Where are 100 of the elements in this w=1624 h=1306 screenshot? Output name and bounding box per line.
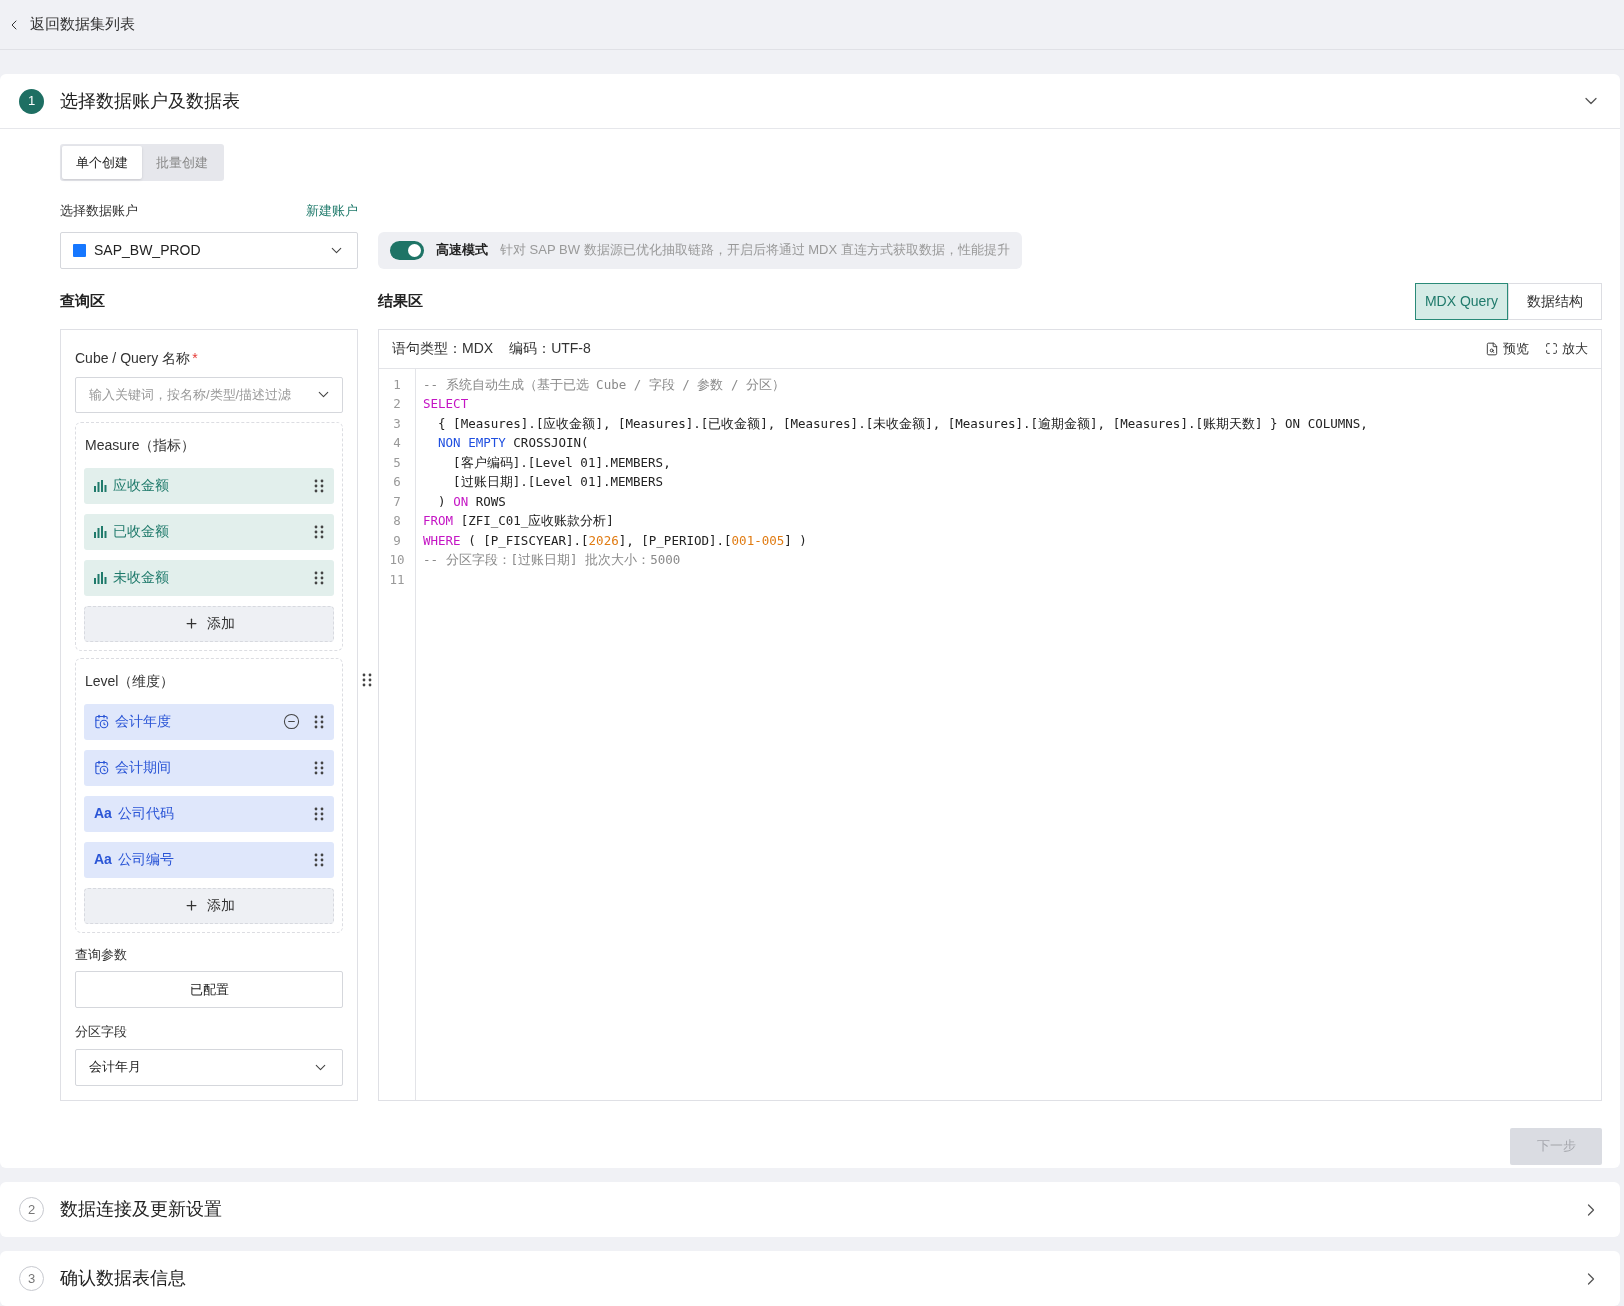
code-token: ON — [453, 493, 469, 509]
field-chip[interactable]: 未收金额 — [84, 559, 334, 596]
bar-chart-icon — [94, 479, 107, 492]
step-header[interactable]: 3 确认数据表信息 — [0, 1251, 1620, 1306]
line-number: 8 — [393, 512, 401, 530]
drag-handle-icon[interactable] — [362, 672, 372, 687]
cube-search-select[interactable]: 输入关键词，按名称/类型/描述过滤 — [75, 376, 343, 413]
banner-description: 针对 SAP BW 数据源已优化抽取链路，开启后将通过 MDX 直连方式获取数据，性能提升 — [500, 241, 1010, 260]
field-label: Cube / Query 名称 — [75, 348, 191, 368]
new-account-link[interactable]: 新建账户 — [306, 201, 358, 221]
calendar-clock-icon — [94, 760, 109, 775]
code-token: [过账日期].[Level 01].MEMBERS — [453, 474, 664, 489]
line-number: 2 — [393, 395, 401, 413]
code-token: 001-005 — [731, 532, 785, 548]
field-label: 未收金额 — [113, 568, 170, 587]
account-select[interactable]: SAP_BW_PROD — [60, 231, 358, 269]
group-title: Measure（指标） — [84, 435, 197, 455]
step-number: 1 — [19, 88, 44, 114]
calendar-clock-icon — [94, 714, 109, 729]
field-label: 查询参数 — [75, 945, 128, 964]
cube-search-input[interactable]: 输入关键词，按名称/类型/描述过滤 — [89, 384, 315, 405]
code-token: ], [P_PERIOD].[ — [618, 532, 732, 548]
view-tab[interactable]: MDX Query — [1414, 282, 1508, 320]
required-mark: * — [192, 348, 198, 368]
step-header[interactable]: 1 选择数据账户及数据表 — [0, 74, 1620, 129]
code-token: [客户编码].[Level 01].MEMBERS, — [453, 454, 671, 470]
code-token: WHERE — [423, 532, 461, 548]
field-label: 公司编号 — [117, 850, 175, 869]
line-number: 10 — [389, 551, 405, 569]
drag-handle-icon[interactable] — [314, 760, 324, 775]
add-button[interactable]: 添加 — [84, 605, 334, 642]
plus-icon — [183, 898, 199, 913]
code-token: CROSSJOIN( — [513, 435, 589, 450]
text-type-icon: Aa — [94, 849, 112, 870]
field-chip[interactable]: 会计年度 — [84, 703, 334, 740]
field-label: 分区字段 — [75, 1023, 128, 1041]
field-label: 已收金额 — [113, 522, 170, 541]
toggle-switch[interactable] — [390, 240, 424, 260]
drag-handle-icon[interactable] — [314, 478, 324, 493]
encoding-label: 编码：UTF-8 — [509, 339, 592, 358]
line-number: 4 — [393, 434, 401, 452]
section-title: 结果区 — [378, 290, 423, 311]
code-token: NON EMPTY — [438, 435, 506, 450]
line-number: 1 — [393, 375, 401, 394]
toggle-label: 高速模式 — [436, 241, 488, 260]
line-number: 7 — [393, 492, 401, 511]
field-chip[interactable]: 应收金额 — [84, 467, 334, 504]
bar-chart-icon — [94, 525, 107, 538]
drag-handle-icon[interactable] — [314, 714, 324, 729]
field-label: 会计年度 — [115, 712, 172, 731]
code-token: 2026 — [588, 532, 619, 548]
select-value: 会计年月 — [89, 1058, 142, 1077]
code-token: FROM — [423, 513, 454, 528]
code-token: -- 分区字段：[过账日期] 批次大小：5000 — [423, 552, 681, 567]
params-button[interactable]: 已配置 — [75, 971, 343, 1008]
text-type-icon: Aa — [94, 803, 112, 824]
code-token: ) — [438, 493, 447, 509]
field-chip[interactable]: 已收金额 — [84, 513, 334, 550]
code-token: ROWS — [475, 493, 506, 509]
drag-handle-icon[interactable] — [314, 806, 324, 821]
code-token: [ZFI_C01_应收账款分析] — [460, 513, 614, 528]
line-number: 11 — [389, 570, 405, 589]
preview-button[interactable]: 预览 — [1485, 338, 1529, 359]
code-token: ] ) — [784, 532, 807, 548]
add-button[interactable]: 添加 — [84, 887, 334, 924]
line-number: 6 — [393, 473, 401, 491]
drag-handle-icon[interactable] — [314, 524, 324, 539]
step-header[interactable]: 2 数据连接及更新设置 — [0, 1182, 1620, 1237]
field-chip[interactable]: Aa 公司编号 — [84, 841, 334, 878]
bar-chart-icon — [94, 571, 107, 584]
step-title: 选择数据账户及数据表 — [60, 89, 241, 113]
field-chip[interactable]: Aa 公司代码 — [84, 795, 334, 832]
field-label: 公司代码 — [117, 804, 175, 823]
group-title: Level（维度） — [84, 671, 176, 691]
field-label: 会计期间 — [115, 758, 172, 777]
line-number: 3 — [393, 414, 401, 433]
partition-select[interactable]: 会计年月 — [75, 1048, 343, 1086]
remove-icon[interactable] — [283, 713, 300, 730]
select-value: SAP_BW_PROD — [94, 240, 202, 260]
code-token: { [Measures].[应收金额], [Measures].[已收金额], [Measures].[未收金额], [Measures].[逾期金额], [Measures].[账期天数] } ON COLUMNS, — [438, 415, 1368, 431]
code-token: ( [P_FISCYEAR].[ — [468, 532, 589, 548]
line-number: 5 — [393, 453, 401, 472]
statement-type: 语句类型：MDX — [392, 339, 494, 358]
preview-icon — [1485, 341, 1499, 356]
code-token: SELECT — [423, 396, 469, 411]
expand-button[interactable]: 放大 — [1545, 338, 1588, 359]
drag-handle-icon[interactable] — [314, 570, 324, 585]
field-chip[interactable]: 会计期间 — [84, 749, 334, 786]
view-tab[interactable]: 数据结构 — [1508, 282, 1602, 320]
line-number: 9 — [393, 531, 401, 550]
field-label: 选择数据账户 — [60, 202, 138, 220]
mode-tab[interactable]: 单个创建 — [62, 146, 142, 179]
drag-handle-icon[interactable] — [314, 852, 324, 867]
step-title: 数据连接及更新设置 — [60, 1198, 223, 1221]
back-link[interactable]: 返回数据集列表 — [6, 13, 135, 36]
plus-icon — [183, 616, 199, 631]
step-title: 确认数据表信息 — [60, 1267, 187, 1290]
section-title: 查询区 — [60, 290, 105, 311]
code-token: -- 系统自动生成（基于已选 Cube / 字段 / 参数 / 分区） — [423, 376, 785, 392]
field-label: 应收金额 — [113, 476, 170, 495]
